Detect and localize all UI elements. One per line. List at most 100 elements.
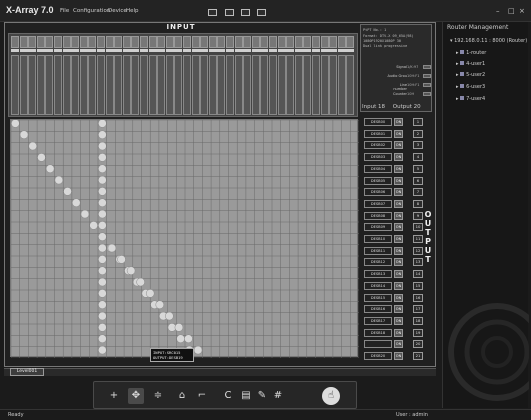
- input-column[interactable]: [277, 55, 286, 115]
- minimize-icon[interactable]: –: [496, 7, 500, 15]
- output-on-toggle[interactable]: ON: [394, 211, 403, 220]
- output-on-toggle[interactable]: ON: [394, 352, 403, 360]
- grid-icon[interactable]: #: [270, 388, 286, 404]
- input-indicator[interactable]: [105, 49, 114, 52]
- input-header-cell[interactable]: [243, 36, 252, 48]
- input-column[interactable]: [79, 55, 88, 115]
- input-header-cell[interactable]: [294, 36, 303, 48]
- output-name[interactable]: DESB05: [364, 176, 392, 185]
- grid-svg[interactable]: [11, 120, 359, 358]
- input-header-cell[interactable]: [277, 36, 286, 48]
- input-indicator[interactable]: [320, 49, 329, 52]
- output-name[interactable]: DESB17: [364, 316, 392, 325]
- output-row[interactable]: DESB06 ON: [362, 187, 409, 197]
- output-name[interactable]: DESB08: [364, 211, 392, 220]
- input-indicator[interactable]: [165, 49, 174, 52]
- input-indicator[interactable]: [36, 49, 45, 52]
- output-name[interactable]: DESB14: [364, 281, 392, 290]
- output-name[interactable]: DESB03: [364, 153, 392, 162]
- input-header-cell[interactable]: [260, 36, 269, 48]
- input-header-cell[interactable]: [329, 36, 338, 48]
- input-header-cell[interactable]: [122, 36, 131, 48]
- input-column[interactable]: [11, 55, 19, 115]
- input-header-cell[interactable]: [19, 36, 28, 48]
- input-column[interactable]: [234, 55, 243, 115]
- input-header-cell[interactable]: [234, 36, 243, 48]
- input-indicator[interactable]: [337, 49, 346, 52]
- menu-device[interactable]: Device: [108, 8, 127, 14]
- input-indicator[interactable]: [97, 49, 105, 52]
- output-name[interactable]: DESB18: [364, 328, 392, 337]
- output-row[interactable]: DESB12 ON: [362, 257, 409, 267]
- input-header-cell[interactable]: [97, 36, 105, 48]
- input-column[interactable]: [200, 55, 209, 115]
- input-indicator[interactable]: [294, 49, 303, 52]
- input-column[interactable]: [174, 55, 183, 115]
- input-indicator[interactable]: [45, 49, 54, 52]
- output-name[interactable]: DESB07: [364, 199, 392, 208]
- input-header-cell[interactable]: [45, 36, 54, 48]
- input-column[interactable]: [140, 55, 148, 115]
- input-header-cell[interactable]: [148, 36, 157, 48]
- lock-icon[interactable]: ⌂: [174, 388, 190, 404]
- add-icon[interactable]: +: [106, 388, 122, 404]
- output-name[interactable]: DESB04: [364, 164, 392, 173]
- output-row[interactable]: DESB11 ON: [362, 246, 409, 256]
- input-header-cell[interactable]: [36, 36, 45, 48]
- unlock-icon[interactable]: ⌐: [194, 388, 210, 404]
- output-name[interactable]: DESB16: [364, 305, 392, 314]
- input-header-cell[interactable]: [79, 36, 88, 48]
- output-row[interactable]: DESB20 ON: [362, 351, 409, 361]
- layout-2-icon[interactable]: [225, 9, 234, 16]
- output-on-toggle[interactable]: ON: [394, 246, 403, 255]
- output-name[interactable]: DESB11: [364, 246, 392, 255]
- output-name[interactable]: DESB13: [364, 270, 392, 279]
- output-name[interactable]: DESB01: [364, 129, 392, 138]
- input-header-cell[interactable]: [337, 36, 346, 48]
- input-column[interactable]: [226, 55, 234, 115]
- input-column[interactable]: [45, 55, 54, 115]
- output-on-toggle[interactable]: ON: [394, 340, 403, 349]
- input-header-cell[interactable]: [226, 36, 234, 48]
- output-on-toggle[interactable]: ON: [394, 223, 403, 232]
- input-header-cell[interactable]: [286, 36, 295, 48]
- input-indicator[interactable]: [329, 49, 338, 52]
- input-indicator[interactable]: [303, 49, 312, 52]
- output-name[interactable]: DESB02: [364, 141, 392, 150]
- input-column[interactable]: [62, 55, 71, 115]
- input-header-cell[interactable]: [217, 36, 226, 48]
- input-indicator[interactable]: [131, 49, 140, 52]
- output-row[interactable]: DESB02 ON: [362, 140, 409, 150]
- input-header-cell[interactable]: [157, 36, 166, 48]
- input-indicator[interactable]: [260, 49, 269, 52]
- router-item[interactable]: ▸ 1-router: [456, 50, 486, 56]
- input-indicator[interactable]: [62, 49, 71, 52]
- input-indicator[interactable]: [346, 49, 355, 52]
- input-column[interactable]: [54, 55, 62, 115]
- input-header-cell[interactable]: [105, 36, 114, 48]
- router-item[interactable]: ▸ 5-user2: [456, 72, 485, 78]
- input-header-cell[interactable]: [183, 36, 191, 48]
- input-indicator[interactable]: [243, 49, 252, 52]
- input-header-cell[interactable]: [165, 36, 174, 48]
- input-header-cell[interactable]: [11, 36, 19, 48]
- input-indicator[interactable]: [148, 49, 157, 52]
- input-indicator[interactable]: [71, 49, 80, 52]
- input-indicator[interactable]: [54, 49, 62, 52]
- input-indicator[interactable]: [122, 49, 131, 52]
- output-on-toggle[interactable]: ON: [394, 141, 403, 150]
- crosspoint-grid[interactable]: [10, 119, 359, 358]
- input-indicator[interactable]: [183, 49, 191, 52]
- input-column[interactable]: [260, 55, 269, 115]
- input-indicator[interactable]: [251, 49, 260, 52]
- input-column[interactable]: [286, 55, 295, 115]
- move-icon[interactable]: ✥: [128, 388, 144, 404]
- router-item[interactable]: ▸ 4-user1: [456, 61, 485, 67]
- output-on-toggle[interactable]: ON: [394, 199, 403, 208]
- input-indicator[interactable]: [174, 49, 183, 52]
- input-header-cell[interactable]: [320, 36, 329, 48]
- input-column[interactable]: [208, 55, 217, 115]
- input-indicator[interactable]: [226, 49, 234, 52]
- output-row[interactable]: DESB18 ON: [362, 328, 409, 338]
- input-indicator[interactable]: [88, 49, 97, 52]
